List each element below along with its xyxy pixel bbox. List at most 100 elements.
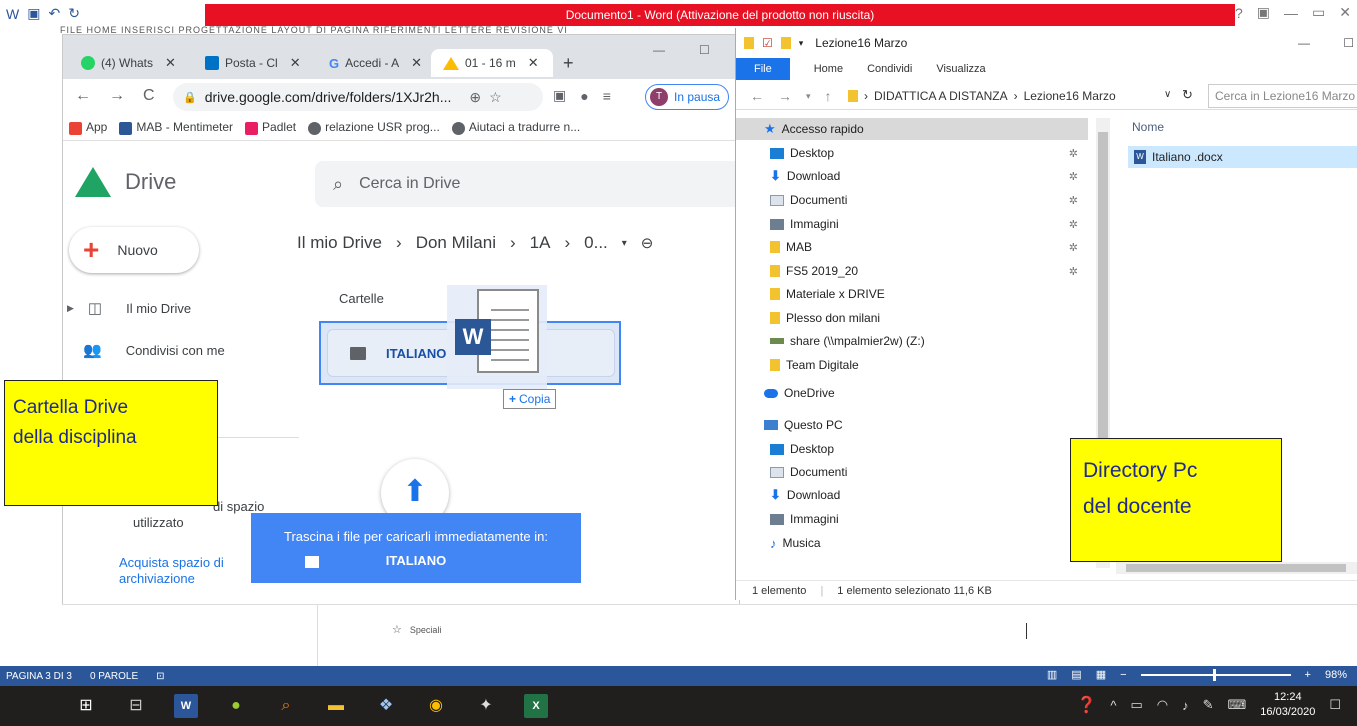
- bookmark-padlet[interactable]: Padlet: [245, 120, 296, 135]
- pen-icon[interactable]: ✎: [1203, 697, 1214, 713]
- install-icon[interactable]: ⊕: [469, 89, 481, 106]
- breadcrumb-item[interactable]: 0...: [584, 233, 608, 253]
- close-icon[interactable]: ✕: [1339, 4, 1351, 21]
- zoom-in-icon[interactable]: +: [1305, 669, 1311, 681]
- ribbon-tab-share[interactable]: Condividi: [867, 63, 912, 75]
- taskbar-search-icon[interactable]: ⌕: [274, 694, 298, 718]
- maximize-icon[interactable]: ☐: [1343, 36, 1354, 50]
- wifi-icon[interactable]: ◠: [1157, 697, 1168, 713]
- up-icon[interactable]: ↑: [825, 88, 832, 104]
- breadcrumb-item[interactable]: Il mio Drive: [297, 233, 382, 253]
- zoom-out-icon[interactable]: −: [1120, 669, 1126, 681]
- back-icon[interactable]: ←: [75, 87, 91, 105]
- ribbon-tab-file[interactable]: File: [736, 58, 790, 80]
- nav-item[interactable]: ⬇ Download ✲: [736, 165, 1088, 187]
- sidebar-item-shared[interactable]: 👥 Condivisi con me: [63, 335, 225, 365]
- help-icon[interactable]: ?: [1235, 5, 1243, 21]
- bookmark-translate[interactable]: Aiutaci a tradurre n...: [451, 120, 580, 135]
- pin-icon[interactable]: ✲: [1069, 147, 1078, 160]
- taskbar-dropbox-icon[interactable]: ❖: [374, 694, 398, 718]
- drive-search-input[interactable]: ⌕ Cerca in Drive: [315, 161, 735, 207]
- pin-icon[interactable]: ✲: [1069, 170, 1078, 183]
- close-tab-icon[interactable]: ✕: [411, 55, 422, 71]
- nav-item[interactable]: Immagini: [736, 508, 1088, 530]
- word-document-area[interactable]: ☆ Speciali: [62, 604, 1357, 667]
- dropdown-arrow-icon[interactable]: ▾: [799, 38, 804, 49]
- bookmark-usr[interactable]: relazione USR prog...: [308, 120, 440, 135]
- close-tab-icon[interactable]: ✕: [528, 55, 539, 71]
- volume-icon[interactable]: ♪: [1182, 698, 1189, 713]
- sidebar-item-my-drive[interactable]: ▶ ◫ Il mio Drive: [63, 293, 191, 323]
- zoom-slider[interactable]: [1140, 668, 1291, 681]
- read-mode-icon[interactable]: ▥: [1047, 668, 1057, 681]
- scrollbar-thumb[interactable]: [1126, 564, 1346, 572]
- recent-dropdown-icon[interactable]: ▾: [806, 91, 811, 102]
- breadcrumb-item[interactable]: Don Milani: [416, 233, 496, 253]
- nav-item[interactable]: Documenti ✲: [736, 189, 1088, 211]
- file-item[interactable]: W Italiano .docx: [1128, 146, 1357, 168]
- minimize-icon[interactable]: —: [1284, 5, 1298, 21]
- drive-logo[interactable]: Drive: [75, 167, 176, 197]
- nav-item[interactable]: Immagini ✲: [736, 213, 1088, 235]
- maximize-icon[interactable]: ▭: [1312, 4, 1325, 21]
- tab-whatsapp[interactable]: (4) Whats ✕: [69, 49, 189, 77]
- explorer-path[interactable]: › DIDATTICA A DISTANZA › Lezione16 Marzo: [848, 89, 1116, 103]
- word-ribbon-tabs[interactable]: FILE HOME INSERISCI PROGETTAZIONE LAYOUT…: [60, 26, 760, 34]
- extension-icon[interactable]: ▣: [553, 87, 566, 104]
- back-icon[interactable]: ←: [750, 88, 764, 104]
- pin-icon[interactable]: ✲: [1069, 194, 1078, 207]
- nav-item[interactable]: FS5 2019_20 ✲: [736, 260, 1088, 282]
- status-page-count[interactable]: PAGINA 3 DI 3: [6, 671, 72, 682]
- forward-icon[interactable]: →: [778, 88, 792, 104]
- tab-drive[interactable]: 01 - 16 m ✕: [431, 49, 553, 77]
- nav-item[interactable]: Desktop: [736, 438, 1088, 460]
- web-layout-icon[interactable]: ▦: [1096, 668, 1106, 681]
- ribbon-tab-view[interactable]: Visualizza: [936, 63, 985, 75]
- nav-item[interactable]: Plesso don milani: [736, 307, 1088, 329]
- nav-item[interactable]: ★ Accesso rapido: [736, 118, 1088, 140]
- notifications-icon[interactable]: ☐: [1329, 697, 1341, 713]
- taskbar-word-icon[interactable]: W: [174, 694, 198, 718]
- extension-icon[interactable]: ●: [580, 88, 588, 104]
- column-header-name[interactable]: Nome: [1132, 120, 1164, 134]
- bookmark-apps[interactable]: App: [69, 120, 107, 135]
- taskbar-explorer-icon[interactable]: ▬: [324, 694, 348, 718]
- breadcrumb-item[interactable]: 1A: [530, 233, 551, 253]
- nav-item[interactable]: share (\\mpalmier2w) (Z:): [736, 330, 1088, 352]
- path-segment[interactable]: Lezione16 Marzo: [1024, 89, 1116, 103]
- reading-list-icon[interactable]: ≡: [603, 88, 611, 104]
- tab-outlook[interactable]: Posta - Cl ✕: [193, 49, 313, 77]
- nav-item[interactable]: MAB ✲: [736, 236, 1088, 258]
- explorer-search-input[interactable]: Cerca in Lezione16 Marzo: [1208, 84, 1357, 108]
- profile-button[interactable]: T In pausa: [645, 84, 730, 110]
- close-tab-icon[interactable]: ✕: [165, 55, 176, 71]
- taskbar-chrome-icon[interactable]: ◉: [424, 694, 448, 718]
- address-bar[interactable]: 🔒 drive.google.com/drive/folders/1XJr2h.…: [173, 83, 543, 111]
- nav-item[interactable]: Documenti: [736, 461, 1088, 483]
- tab-google-login[interactable]: G Accedi - A ✕: [317, 49, 435, 77]
- pin-icon[interactable]: ✲: [1069, 241, 1078, 254]
- help-tray-icon[interactable]: ❓: [1076, 695, 1096, 715]
- bookmark-mentimeter[interactable]: MAB - Mentimeter: [119, 120, 233, 135]
- buy-storage-link[interactable]: Acquista spazio di archiviazione: [119, 555, 224, 587]
- taskbar-app-icon[interactable]: ●: [224, 694, 248, 718]
- status-word-count[interactable]: 0 PAROLE: [90, 671, 138, 682]
- nav-item[interactable]: Questo PC: [736, 414, 1088, 436]
- keyboard-icon[interactable]: ⌨: [1228, 697, 1247, 713]
- start-windows-icon[interactable]: ⊞: [74, 694, 98, 718]
- nav-item[interactable]: Materiale x DRIVE: [736, 283, 1088, 305]
- nav-item[interactable]: Desktop ✲: [736, 142, 1088, 164]
- nav-item[interactable]: OneDrive: [736, 382, 1088, 404]
- task-view-icon[interactable]: ⊟: [124, 694, 148, 718]
- taskbar-app-icon[interactable]: ✦: [474, 694, 498, 718]
- minimize-icon[interactable]: —: [1298, 36, 1310, 50]
- nav-item[interactable]: ♪ Musica: [736, 532, 1088, 554]
- bookmark-star-icon[interactable]: ☆: [489, 89, 502, 106]
- zoom-level[interactable]: 98%: [1325, 669, 1347, 681]
- new-button[interactable]: + Nuovo: [69, 227, 199, 273]
- refresh-icon[interactable]: ↻: [1182, 87, 1193, 103]
- link-icon[interactable]: ⊖: [641, 234, 654, 252]
- minimize-icon[interactable]: —: [653, 43, 665, 57]
- nav-item[interactable]: ⬇ Download: [736, 484, 1088, 506]
- ribbon-options-icon[interactable]: ▣: [1257, 4, 1270, 21]
